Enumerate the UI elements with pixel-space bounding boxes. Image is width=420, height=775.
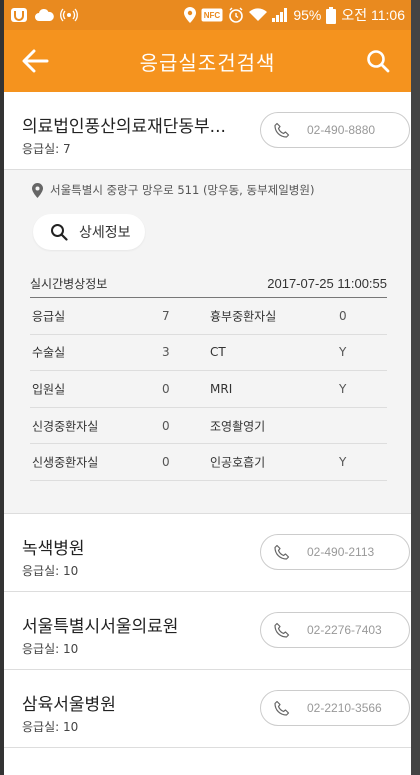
bed-value: 0: [162, 381, 170, 396]
back-button[interactable]: [20, 46, 50, 76]
location-icon: [184, 7, 197, 23]
hospital-name: 서울특별시서울의료원: [22, 617, 179, 637]
bed-value: 0: [339, 308, 347, 323]
hospital-item[interactable]: 삼육서울병원 응급실: 10 02-2210-3566: [4, 670, 411, 748]
bed-info-table: 응급실 7 흉부중환자실 0 수술실 3 CT Y 입원실 0 MRI Y 신경…: [30, 298, 387, 481]
battery-percent: 95%: [293, 7, 322, 23]
svg-text:NFC: NFC: [204, 11, 221, 20]
hospital-name: 삼육서울병원: [22, 695, 116, 715]
bed-label: 흉부중환자실: [210, 309, 277, 324]
address-text: 서울특별시 중랑구 망우로 511 (망우동, 동부제일병원): [50, 183, 315, 197]
battery-icon: [326, 6, 337, 24]
phone-number: 02-490-8880: [307, 123, 376, 137]
search-icon: [367, 50, 390, 73]
bed-value: 7: [162, 308, 170, 323]
phone-number: 02-2210-3566: [307, 701, 382, 715]
page-title: 응급실조건검색: [139, 50, 276, 75]
cloud-icon: [34, 8, 54, 22]
search-icon: [49, 222, 69, 242]
detail-info-button[interactable]: 상세정보: [33, 214, 145, 250]
call-button[interactable]: 02-2210-3566: [260, 690, 410, 726]
detail-info-label: 상세정보: [79, 225, 131, 241]
bed-label: 신경중환자실: [32, 419, 99, 434]
bed-label: 응급실: [32, 309, 66, 324]
call-button[interactable]: 02-490-2113: [260, 534, 410, 570]
address: 서울특별시 중랑구 망우로 511 (망우동, 동부제일병원): [30, 182, 314, 198]
bed-value: 0: [162, 418, 170, 433]
bed-label: 신생중환자실: [32, 455, 99, 470]
wifi-icon: [249, 8, 268, 22]
app-bar: 응급실조건검색: [4, 30, 411, 92]
bed-label: 수술실: [32, 345, 66, 360]
er-count: 응급실: 10: [22, 720, 79, 734]
signal-icon: [272, 8, 288, 22]
nfc-icon: NFC: [201, 8, 223, 22]
hospital-detail-panel: 서울특별시 중랑구 망우로 511 (망우동, 동부제일병원) 상세정보 실시간…: [4, 170, 411, 514]
table-row: 입원실 0 MRI Y: [30, 371, 387, 408]
hospital-item[interactable]: 의료법인풍산의료재단동부... 응급실: 7 02-490-8880: [4, 92, 411, 170]
screen-edge-right: [411, 0, 420, 775]
phone-icon: [273, 121, 291, 139]
bed-value: Y: [339, 345, 347, 360]
table-row: 신생중환자실 0 인공호흡기 Y: [30, 444, 387, 481]
table-row: 신경중환자실 0 조영촬영기: [30, 408, 387, 445]
call-button[interactable]: 02-490-8880: [260, 112, 410, 148]
phone-icon: [273, 543, 291, 561]
bed-label: MRI: [210, 381, 233, 396]
app-notification-icon: [10, 7, 28, 23]
phone-number: 02-2276-7403: [307, 623, 382, 637]
realtime-label: 실시간병상정보: [30, 277, 108, 291]
hotspot-icon: [60, 7, 78, 23]
table-row: 수술실 3 CT Y: [30, 335, 387, 372]
hospital-name: 의료법인풍산의료재단동부...: [22, 117, 226, 137]
table-row: 응급실 7 흉부중환자실 0: [30, 298, 387, 335]
er-count: 응급실: 10: [22, 564, 79, 578]
realtime-header: 실시간병상정보 2017-07-25 11:00:55: [30, 270, 387, 298]
bed-label: CT: [210, 345, 226, 360]
er-count: 응급실: 10: [22, 642, 79, 656]
back-arrow-icon: [22, 49, 49, 73]
phone-number: 02-490-2113: [307, 545, 375, 559]
bed-label: 조영촬영기: [210, 419, 266, 434]
status-bar: NFC 95% 오전 11:06: [4, 0, 411, 30]
bed-label: 입원실: [32, 382, 66, 397]
bed-value: 3: [162, 345, 170, 360]
hospital-item[interactable]: 서울특별시서울의료원 응급실: 10 02-2276-7403: [4, 592, 411, 670]
app-root: NFC 95% 오전 11:06 응급실조건검색 의료법인풍산의료재단동부...…: [4, 0, 411, 775]
alarm-icon: [228, 7, 244, 23]
er-count: 응급실: 7: [22, 142, 71, 156]
bed-label: 인공호흡기: [210, 455, 266, 470]
search-button[interactable]: [363, 46, 393, 76]
hospital-item[interactable]: 녹색병원 응급실: 10 02-490-2113: [4, 514, 411, 592]
bed-value: Y: [339, 455, 347, 470]
phone-icon: [273, 699, 291, 717]
realtime-timestamp: 2017-07-25 11:00:55: [267, 276, 387, 291]
bed-value: Y: [339, 381, 347, 396]
call-button[interactable]: 02-2276-7403: [260, 612, 410, 648]
bed-value: 0: [162, 455, 170, 470]
phone-icon: [273, 621, 291, 639]
hospital-name: 녹색병원: [22, 539, 85, 559]
location-pin-icon: [30, 182, 44, 198]
clock: 오전 11:06: [341, 7, 405, 23]
